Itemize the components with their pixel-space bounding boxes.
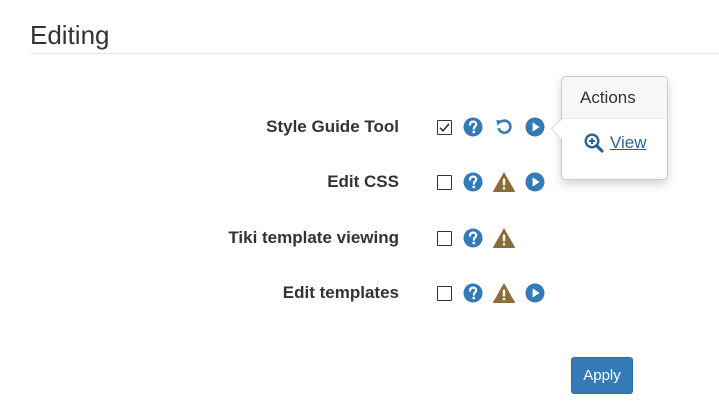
pref-checkbox[interactable] [437,119,452,135]
pref-row-edit-templates: Edit templates [0,278,719,308]
actions-icon[interactable] [524,116,546,138]
section-divider [30,53,719,54]
popover-arrow-fill [552,119,562,139]
view-link-label: View [610,133,647,152]
actions-popover: Actions View [551,76,668,180]
warning-icon[interactable] [493,171,515,193]
warning-icon[interactable] [493,282,515,304]
actions-icon[interactable] [524,171,546,193]
pref-controls [436,171,555,193]
preferences-page: Editing Style Guide Tool Edit CSS Tiki t… [0,0,719,408]
pref-label: Edit CSS [327,172,399,191]
pref-controls [436,282,555,304]
pref-label: Edit templates [282,283,399,302]
help-icon[interactable] [462,116,484,138]
pref-controls [436,227,524,249]
pref-label: Style Guide Tool [266,117,399,136]
pref-checkbox[interactable] [437,230,452,246]
popover-body: View [562,119,667,158]
view-link[interactable]: View [584,133,647,153]
checkmark-icon [439,122,450,132]
pref-controls [436,116,555,138]
help-icon[interactable] [462,282,484,304]
pref-checkbox[interactable] [437,174,452,190]
section-title: Editing [30,20,110,50]
help-icon[interactable] [462,171,484,193]
help-icon[interactable] [462,227,484,249]
reset-icon[interactable] [493,116,515,138]
pref-label: Tiki template viewing [228,228,399,247]
pref-checkbox[interactable] [437,285,452,301]
zoom-in-icon [584,133,604,153]
warning-icon[interactable] [493,227,515,249]
apply-button[interactable]: Apply [571,357,633,394]
pref-row-tiki-template-viewing: Tiki template viewing [0,223,719,253]
actions-icon[interactable] [524,282,546,304]
popover-title: Actions [562,77,667,119]
